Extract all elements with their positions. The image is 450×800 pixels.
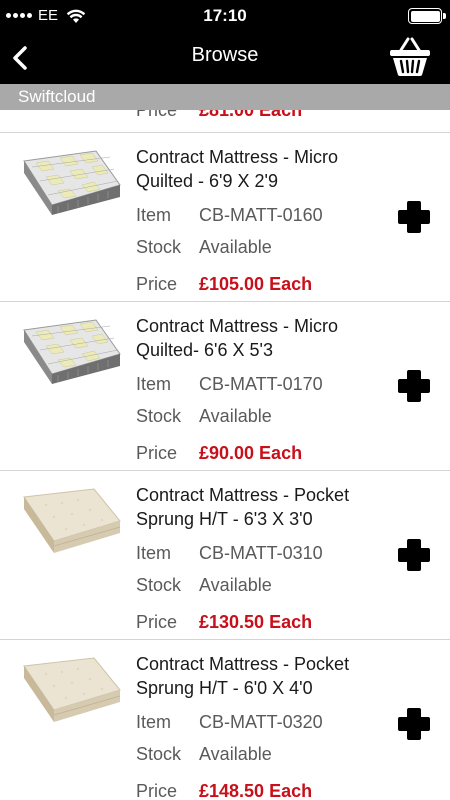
price-label: Price: [136, 443, 178, 463]
add-to-basket-button[interactable]: [396, 706, 432, 742]
price-value: £90.00 Each: [199, 443, 303, 463]
price-value: £130.50 Each: [199, 612, 313, 632]
clock: 17:10: [203, 6, 247, 25]
price-label: Price: [136, 274, 178, 294]
status-bar: EE 17:10: [0, 0, 450, 32]
add-to-basket-button[interactable]: [396, 537, 432, 573]
stock-label: Stock: [136, 575, 182, 595]
item-code: CB-MATT-0160: [199, 205, 323, 225]
price-value: £105.00 Each: [199, 274, 313, 294]
price-value: £81.00 Each: [199, 110, 303, 120]
price-label: Price: [136, 110, 178, 120]
stock-status: Available: [199, 575, 272, 595]
stock-status: Available: [199, 744, 272, 764]
stock-status: Available: [199, 237, 272, 257]
add-to-basket-button[interactable]: [396, 368, 432, 404]
product-image: [22, 149, 122, 215]
stock-label: Stock: [136, 744, 182, 764]
item-code: CB-MATT-0310: [199, 543, 323, 563]
add-to-basket-button[interactable]: [396, 199, 432, 235]
price-value: £148.50 Each: [199, 781, 313, 800]
item-code: CB-MATT-0170: [199, 374, 323, 394]
nav-bar: Browse: [0, 32, 450, 84]
product-image: [22, 318, 122, 384]
product-name: Contract Mattress - Micro Quilted - 6'9 …: [136, 147, 339, 191]
battery-icon: [408, 8, 446, 24]
product-name: Contract Mattress - Micro Quilted- 6'6 X…: [136, 316, 339, 360]
item-label: Item: [136, 205, 172, 225]
product-list[interactable]: Price £81.00 Each Contract Mattress - Mi…: [0, 110, 450, 800]
price-label: Price: [136, 612, 178, 632]
page-title: Browse: [191, 44, 259, 66]
product-image: [22, 656, 122, 722]
basket-button[interactable]: [388, 36, 432, 78]
item-label: Item: [136, 374, 172, 394]
product-item[interactable]: Contract Mattress - Micro Quilted- 6'6 X…: [0, 302, 450, 471]
list-item[interactable]: Price £81.00 Each: [0, 110, 450, 133]
stock-label: Stock: [136, 237, 182, 257]
price-label: Price: [136, 781, 178, 800]
stock-status: Available: [199, 406, 272, 426]
product-name: Contract Mattress - Pocket Sprung H/T - …: [136, 654, 350, 698]
product-name: Contract Mattress - Pocket Sprung H/T - …: [136, 485, 350, 529]
item-label: Item: [136, 543, 172, 563]
item-code: CB-MATT-0320: [199, 712, 323, 732]
category-header: Swiftcloud: [0, 84, 450, 110]
product-item[interactable]: Contract Mattress - Pocket Sprung H/T - …: [0, 640, 450, 800]
product-item[interactable]: Contract Mattress - Micro Quilted - 6'9 …: [0, 133, 450, 302]
item-label: Item: [136, 712, 172, 732]
basket-icon: [390, 37, 430, 76]
product-item[interactable]: Contract Mattress - Pocket Sprung H/T - …: [0, 471, 450, 640]
stock-label: Stock: [136, 406, 182, 426]
product-image: [22, 487, 122, 553]
